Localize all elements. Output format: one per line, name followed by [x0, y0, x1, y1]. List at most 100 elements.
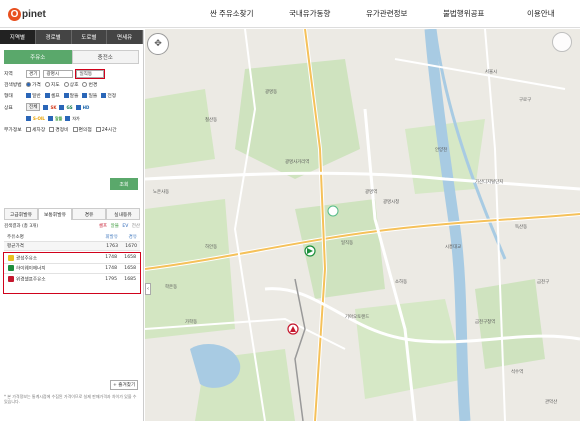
- map-label: 철산동: [205, 118, 218, 123]
- tab-gas-station[interactable]: 주유소: [4, 50, 72, 64]
- map-label: 광명사거리역: [285, 160, 310, 165]
- table-row[interactable]: 위경셀프주유소 1795 1685: [4, 274, 140, 285]
- checkbox-icon[interactable]: [43, 104, 49, 110]
- table-row[interactable]: 광성주유소 1748 1658: [4, 253, 140, 264]
- tab-premium-gasoline[interactable]: 고급휘발유: [4, 208, 38, 220]
- header-name: 주유소명: [7, 235, 24, 240]
- brand-row: 상표 전체 SK GS HD: [4, 102, 139, 112]
- checkbox-icon[interactable]: [47, 116, 53, 121]
- map[interactable]: 광명역 광명시청 일직동 구로구 금천구 가산디지털단지 독산동 석수역 철산동…: [145, 29, 580, 421]
- extra-repair[interactable]: 경정비: [49, 126, 69, 133]
- map-label: 가학동: [185, 320, 198, 325]
- tab-charging-station[interactable]: 충전소: [71, 50, 139, 64]
- avg-diesel: 1670: [125, 243, 137, 249]
- logo-text: pinet: [22, 8, 46, 20]
- checkbox-icon[interactable]: [65, 116, 71, 121]
- search-button[interactable]: 조회: [110, 178, 138, 190]
- extra-store[interactable]: 편의점: [72, 126, 92, 133]
- tab-road[interactable]: 도로별: [72, 30, 108, 44]
- dong-select[interactable]: 일직동: [75, 68, 106, 79]
- extra-row: 부가정보 세차장 경정비 편의점 24시간: [4, 125, 139, 134]
- type-normal[interactable]: 일반: [26, 92, 41, 99]
- extra-24h[interactable]: 24시간: [95, 126, 117, 133]
- type-self[interactable]: 셀프: [44, 92, 60, 99]
- nav-guide[interactable]: 이용안내: [527, 8, 555, 19]
- checkbox-icon[interactable]: [75, 104, 81, 110]
- station-brand-icon: [8, 254, 14, 261]
- station-gasoline: 1795: [105, 276, 117, 282]
- station-gasoline: 1748: [105, 265, 117, 271]
- type-label: 형태: [4, 94, 13, 99]
- favorite-button[interactable]: + 즐겨찾기: [110, 380, 139, 390]
- type-ildeul[interactable]: 일뜰: [82, 92, 97, 99]
- sort-price[interactable]: 가격: [26, 81, 41, 88]
- region-label: 지역: [4, 72, 13, 77]
- sidebar: 지역별 경로별 도로별 면세유 주유소 충전소 지역 경기 광명시 일직동 검색…: [0, 30, 144, 421]
- logo-mark: O: [8, 7, 21, 21]
- radio-icon: [44, 82, 50, 87]
- map-label: 하안동: [205, 245, 218, 250]
- checkbox-icon[interactable]: [59, 104, 65, 110]
- sort-map[interactable]: 지도: [44, 81, 60, 88]
- price-table: 주유소명 휘발유 경유 평균가격 1763 1670: [4, 233, 140, 251]
- tab-diesel[interactable]: 경유: [72, 208, 106, 220]
- checkbox-icon: [26, 93, 31, 98]
- station-name[interactable]: 하이웨이에너지: [16, 267, 46, 272]
- header-diesel: 경유: [128, 235, 137, 240]
- nav-price-trend[interactable]: 국내유가동향: [289, 8, 330, 19]
- nav-illegal-notice[interactable]: 불법행위공표: [443, 8, 484, 19]
- header: O pinet 싼 주유소찾기 국내유가동향 유가관련정보 불법행위공표 이용안…: [0, 0, 580, 28]
- nav-price-info[interactable]: 유가관련정보: [366, 8, 407, 19]
- map-zoom-control-icon[interactable]: ✥: [147, 33, 169, 55]
- map-label: 구로구: [519, 98, 532, 103]
- station-gasoline: 1748: [105, 255, 117, 261]
- city-select[interactable]: 광명시: [43, 69, 74, 78]
- checkbox-icon: [44, 93, 50, 98]
- station-name[interactable]: 위경셀프주유소: [16, 278, 46, 283]
- brand-all-button[interactable]: 전체: [26, 103, 41, 111]
- legend-alddeul: 알뜰: [110, 224, 119, 229]
- tab-regular-gasoline[interactable]: 보통휘발유: [38, 208, 72, 220]
- station-name[interactable]: 광성주유소: [16, 256, 37, 261]
- type-alddeul[interactable]: 알뜰: [63, 92, 78, 99]
- sort-change[interactable]: 번경: [82, 81, 97, 88]
- radio-icon: [63, 82, 69, 87]
- radio-icon: [82, 82, 88, 87]
- radio-icon: [26, 82, 31, 87]
- tab-route[interactable]: 경로별: [36, 30, 72, 44]
- collapse-sidebar-icon[interactable]: ‹: [145, 283, 151, 295]
- logo[interactable]: O pinet: [8, 6, 46, 22]
- avg-gasoline: 1763: [106, 243, 118, 249]
- legend-ev: EV: [122, 224, 129, 229]
- result-info: 검색결과 (총 3개) 셀프 알뜰 EV 전산: [4, 223, 140, 229]
- nav-cheap-station[interactable]: 싼 주유소찾기: [210, 8, 253, 19]
- tab-kerosene[interactable]: 실내등유: [106, 208, 140, 220]
- search-mode-tabs: 지역별 경로별 도로별 면세유: [0, 30, 143, 44]
- station-type-tabs: 주유소 충전소: [4, 50, 139, 64]
- avg-label: 평균가격: [7, 244, 24, 249]
- checkbox-icon: [63, 93, 69, 98]
- map-label: 학온동: [165, 285, 178, 290]
- map-label: 광명동: [265, 90, 278, 95]
- table-header: 주유소명 휘발유 경유: [4, 233, 140, 242]
- map-label: 금천구: [537, 280, 550, 285]
- type-jeonjeong[interactable]: 전정: [101, 92, 116, 99]
- header-gasoline: 휘발유: [105, 235, 118, 240]
- map-label: 시흥대교: [445, 245, 462, 250]
- table-row[interactable]: 하이웨이에너지 1748 1658: [4, 264, 140, 274]
- brand-self: 자가: [72, 115, 80, 121]
- station-diesel: 1658: [124, 255, 136, 261]
- map-label: 안양천: [435, 148, 448, 153]
- tab-taxfree[interactable]: 면세유: [107, 30, 143, 44]
- sort-name[interactable]: 상호: [63, 81, 78, 88]
- map-position-icon[interactable]: [552, 32, 572, 52]
- brand-alddeul: 알뜰: [54, 115, 63, 121]
- province-select[interactable]: 경기: [26, 69, 41, 78]
- checkbox-icon: [82, 93, 88, 98]
- legend-self: 셀프: [98, 224, 108, 229]
- map-label: 금천구청역: [475, 320, 496, 325]
- tab-region[interactable]: 지역별: [0, 30, 36, 44]
- extra-carwash[interactable]: 세차장: [26, 126, 45, 133]
- fuel-result-tabs: 고급휘발유 보통휘발유 경유 실내등유: [4, 208, 140, 220]
- checkbox-icon[interactable]: [26, 116, 31, 121]
